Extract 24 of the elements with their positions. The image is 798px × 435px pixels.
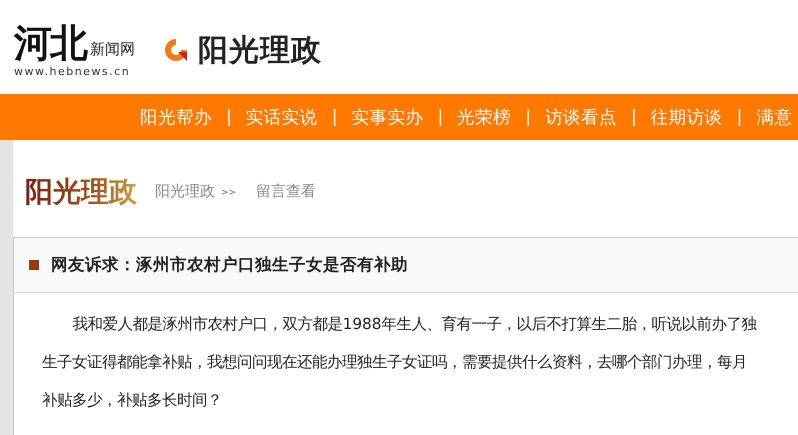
- nav-separator: |: [436, 107, 444, 127]
- breadcrumb-link[interactable]: 留言查看: [256, 182, 316, 201]
- nav-link[interactable]: 满意: [756, 105, 792, 129]
- breadcrumb-separator: >>: [221, 188, 236, 198]
- site-url: www.hebnews.cn: [14, 64, 132, 78]
- brand-logo-text: 阳光理政: [198, 32, 322, 70]
- nav-separator: |: [630, 107, 638, 127]
- nav-link[interactable]: 实话实说: [246, 105, 318, 129]
- nav-separator: |: [330, 107, 338, 127]
- site-logo-subtitle: 新闻网: [90, 40, 135, 58]
- nav-link[interactable]: 阳光帮办: [140, 105, 212, 129]
- post-title: 网友诉求：涿州市农村户口独生子女是否有补助: [51, 254, 408, 276]
- post-body: 我和爱人都是涿州市农村户口，双方都是1988年生人、育有一子，以后不打算生二胎，听说以前办了独生子女证得都能拿补贴，我想问问现在还能办理独生子女证吗，需要提供什么资料，去哪个部门办理，每月补贴多少，补贴多长时间？: [41, 314, 758, 411]
- nav-separator: |: [225, 107, 233, 127]
- nav-link[interactable]: 访谈看点: [544, 105, 617, 129]
- square-bullet-icon: [29, 260, 39, 270]
- site-logo-text: 河北: [14, 20, 86, 64]
- nav-separator: |: [524, 107, 532, 127]
- breadcrumb-link[interactable]: 阳光理政: [155, 182, 215, 201]
- nav-link[interactable]: 光荣榜: [457, 105, 512, 129]
- nav-separator: |: [736, 107, 744, 127]
- ring-logo-icon: [162, 36, 190, 64]
- nav-link[interactable]: 实事实办: [351, 105, 424, 129]
- nav-link[interactable]: 往期访谈: [650, 105, 723, 129]
